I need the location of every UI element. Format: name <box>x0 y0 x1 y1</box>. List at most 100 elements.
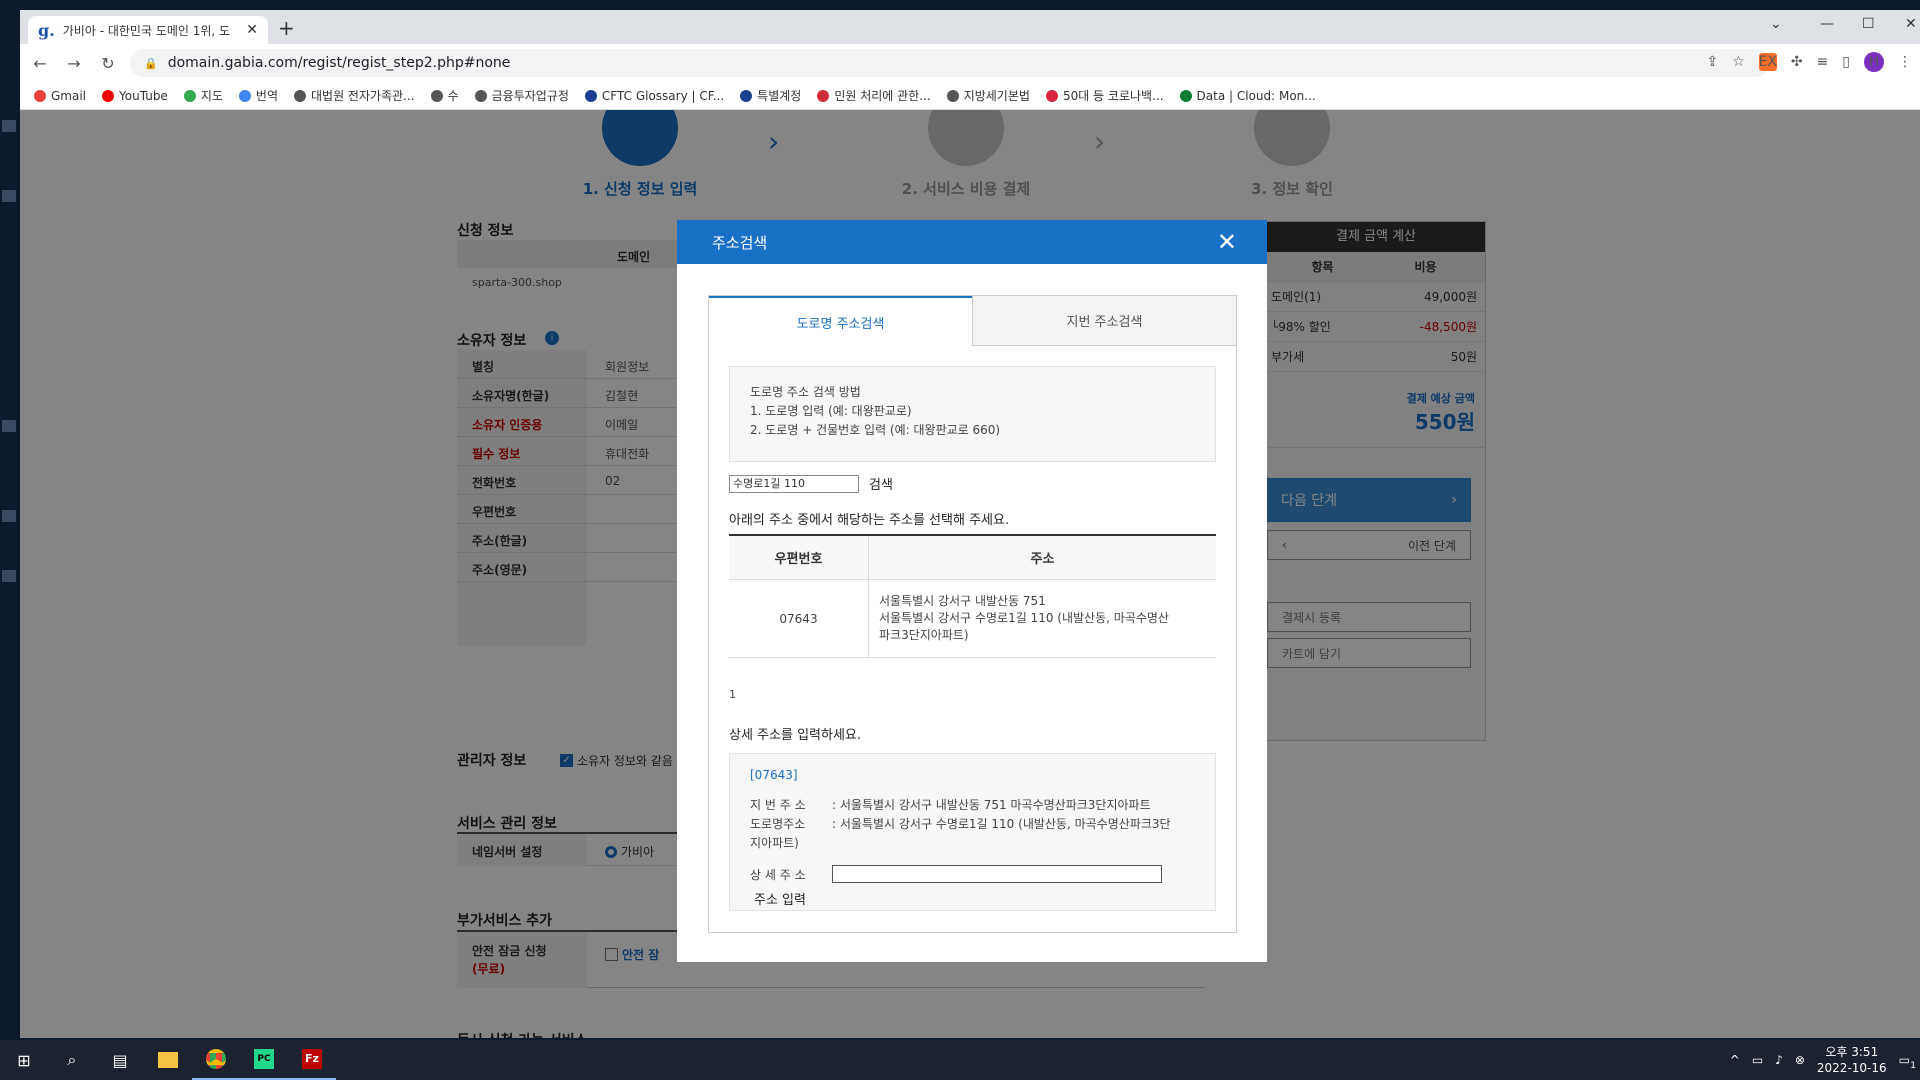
result-table: 우편번호 주소 07643 서울특별시 강서구 내발산동 751 서울특별시 강… <box>729 534 1216 658</box>
modal-body: 도로명 주소검색 지번 주소검색 도로명 주소 검색 방법 1. 도로명 입력 … <box>708 295 1237 933</box>
extension-icon[interactable]: EX <box>1759 53 1777 71</box>
bookmark-item[interactable]: 50대 등 코로나백... <box>1045 87 1164 104</box>
address-search-input[interactable]: 수명로1길 110 <box>729 474 859 493</box>
result-hint: 아래의 주소 중에서 해당하는 주소를 선택해 주세요. <box>729 513 1010 528</box>
search-row: 수명로1길 110 검색 <box>729 474 893 493</box>
bookmark-favicon-icon <box>102 89 115 102</box>
desktop-icon[interactable] <box>2 120 16 132</box>
menu-icon[interactable]: ⋮ <box>1898 54 1912 70</box>
modal-title: 주소검색 <box>712 233 768 252</box>
status-icon[interactable]: ⊗ <box>1795 1053 1805 1067</box>
bookmark-label: 금융투자업규정 <box>491 89 569 103</box>
clock[interactable]: 오후 3:51 2022-10-16 <box>1817 1044 1887 1076</box>
road-value: : 서울특별시 강서구 수명로1길 110 (내발산동, 마곡수명산파크3단 <box>832 817 1171 831</box>
bookmark-item[interactable]: 특별계정 <box>740 87 801 104</box>
guide-line: 2. 도로명 + 건물번호 입력 (예: 대왕판교로 660) <box>750 423 1001 437</box>
col-address: 주소 <box>1030 552 1055 567</box>
media-icon[interactable]: ≡ <box>1817 54 1829 70</box>
road-address: 서울특별시 강서구 수명로1길 110 (내발산동, 마곡수명산 <box>879 611 1169 625</box>
road-line-2: 지아파트) <box>750 834 1195 853</box>
sidepanel-icon[interactable]: ▯ <box>1842 54 1850 70</box>
forward-icon[interactable]: → <box>60 54 88 73</box>
bookmark-item[interactable]: 민원 처리에 관한... <box>817 87 931 104</box>
puzzle-icon[interactable]: ✣ <box>1791 54 1803 70</box>
tab-title: 가비아 - 대한민국 도메인 1위, 도 <box>62 23 231 38</box>
tab-search-icon[interactable]: ⌄ <box>1770 16 1782 32</box>
tab-road-address[interactable]: 도로명 주소검색 <box>709 296 972 346</box>
bookmark-item[interactable]: 지도 <box>183 87 223 104</box>
bookmark-label: 수 <box>447 89 459 103</box>
volume-icon[interactable]: ♪ <box>1775 1053 1783 1067</box>
close-window-icon[interactable]: ✕ <box>1905 16 1917 32</box>
bookmark-item[interactable]: CFTC Glossary | CF... <box>584 88 725 103</box>
new-tab-icon[interactable]: + <box>278 16 295 40</box>
address-bar[interactable]: 🔒 domain.gabia.com/regist/regist_step2.p… <box>130 49 1770 77</box>
search-icon[interactable]: ⌕ <box>48 1040 96 1080</box>
lot-line: 지 번 주 소 : 서울특별시 강서구 내발산동 751 마곡수명산파크3단지아… <box>750 796 1195 815</box>
notification-icon[interactable]: ▭ 1 <box>1899 1053 1916 1071</box>
back-icon[interactable]: ← <box>26 54 54 73</box>
notification-count: 1 <box>1910 1061 1916 1071</box>
bookmark-favicon-icon <box>1045 89 1058 102</box>
windows-start-icon[interactable]: ⊞ <box>0 1040 48 1080</box>
bookmark-item[interactable]: 지방세기본법 <box>946 87 1030 104</box>
search-button[interactable]: 검색 <box>869 474 893 493</box>
profile-avatar[interactable]: H <box>1864 52 1884 72</box>
zip-cell: 07643 <box>729 580 869 657</box>
bookmark-favicon-icon <box>34 89 46 102</box>
guide-title: 도로명 주소 검색 방법 <box>750 385 861 399</box>
lot-address: 서울특별시 강서구 내발산동 751 <box>879 594 1046 608</box>
close-tab-icon[interactable]: ✕ <box>246 22 258 38</box>
network-icon[interactable]: ▭ <box>1752 1053 1763 1067</box>
bookmark-label: Data | Cloud: Mon... <box>1196 88 1316 103</box>
detail-zip: [07643] <box>750 768 798 782</box>
reload-icon[interactable]: ↻ <box>94 54 122 73</box>
bookmark-star-icon[interactable]: ☆ <box>1732 54 1745 70</box>
minimize-icon[interactable]: — <box>1820 16 1834 32</box>
pycharm-icon[interactable]: PC <box>240 1040 288 1080</box>
detail-title: 상세 주소를 입력하세요. <box>729 728 861 743</box>
bookmark-item[interactable]: 금융투자업규정 <box>474 87 569 104</box>
bookmark-item[interactable]: YouTube <box>102 89 168 103</box>
bookmark-label: Gmail <box>51 88 87 103</box>
pagination-page[interactable]: 1 <box>729 688 736 701</box>
road-value-cont: 지아파트) <box>750 836 799 850</box>
file-explorer-icon[interactable] <box>144 1040 192 1080</box>
maximize-icon[interactable]: ☐ <box>1862 16 1875 32</box>
tab-strip: g. 가비아 - 대한민국 도메인 1위, 도 ✕ + ⌄ — ☐ ✕ <box>20 10 1920 44</box>
bookmark-item[interactable]: Data | Cloud: Mon... <box>1179 88 1316 103</box>
submit-address-button[interactable]: 주소 입력 <box>750 889 1195 908</box>
bookmarks-bar: Gmail YouTube 지도 번역 대법원 전자가족관... 수 금융투자업규정 CFTC… <box>20 82 1920 110</box>
chevron-up-icon[interactable]: ^ <box>1730 1053 1740 1067</box>
bookmark-label: CFTC Glossary | CF... <box>601 88 725 103</box>
table-row[interactable]: 07643 서울특별시 강서구 내발산동 751 서울특별시 강서구 수명로1길… <box>729 580 1216 658</box>
task-view-icon[interactable]: ▤ <box>96 1040 144 1080</box>
bookmark-favicon-icon <box>1179 89 1192 102</box>
detail-address-input[interactable] <box>832 865 1162 883</box>
lock-icon[interactable]: 🔒 <box>144 57 158 70</box>
chrome-icon[interactable] <box>192 1040 240 1080</box>
desktop-icon[interactable] <box>2 510 16 522</box>
bookmark-label: 민원 처리에 관한... <box>834 89 931 103</box>
share-icon[interactable]: ⇪ <box>1707 54 1719 70</box>
filezilla-icon[interactable]: Fz <box>288 1040 336 1080</box>
desktop-icon[interactable] <box>2 420 16 432</box>
windows-taskbar: ⊞ ⌕ ▤ PC Fz ^ ▭ ♪ ⊗ 오후 3:51 2022-10-16 ▭… <box>0 1040 1920 1080</box>
tab-lot-address[interactable]: 지번 주소검색 <box>972 296 1236 346</box>
bookmark-item[interactable]: Gmail <box>34 89 86 103</box>
search-tabs: 도로명 주소검색 지번 주소검색 <box>709 296 1236 346</box>
bookmark-favicon-icon <box>430 89 443 102</box>
gabia-favicon: g. <box>38 20 55 40</box>
close-icon[interactable]: ✕ <box>1217 228 1237 256</box>
address-cell[interactable]: 서울특별시 강서구 내발산동 751 서울특별시 강서구 수명로1길 110 (… <box>869 580 1216 657</box>
bookmark-item[interactable]: 번역 <box>238 87 278 104</box>
desktop-icon[interactable] <box>2 570 16 582</box>
bookmark-item[interactable]: 대법원 전자가족관... <box>294 87 415 104</box>
desktop-icon[interactable] <box>2 190 16 202</box>
bookmark-label: YouTube <box>119 88 168 103</box>
clock-date: 2022-10-16 <box>1816 1061 1887 1075</box>
browser-tab[interactable]: g. 가비아 - 대한민국 도메인 1위, 도 ✕ <box>28 16 268 44</box>
bookmark-item[interactable]: 수 <box>430 87 459 104</box>
road-address-cont: 파크3단지아파트) <box>879 628 969 642</box>
bookmark-favicon-icon <box>946 89 959 102</box>
